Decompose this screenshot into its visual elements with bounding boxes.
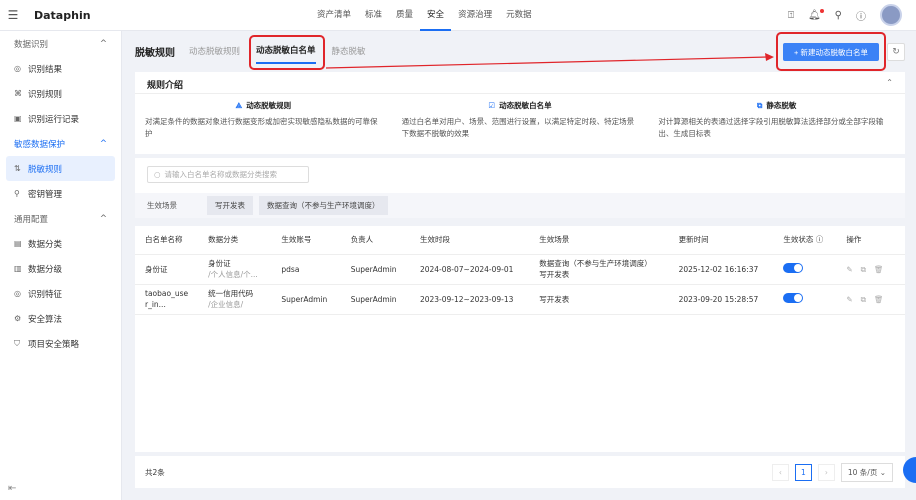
annotation-arrow [325,53,774,69]
